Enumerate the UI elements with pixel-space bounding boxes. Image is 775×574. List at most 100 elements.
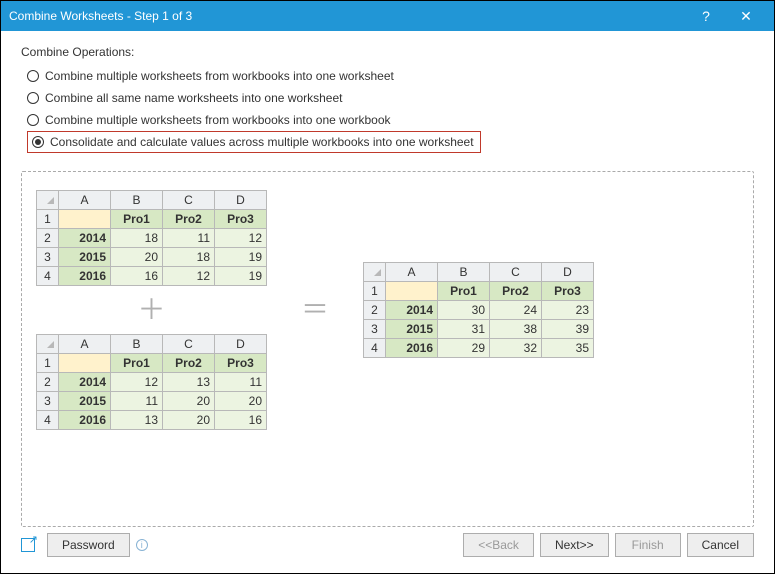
row-header: 2 (364, 301, 386, 320)
row-header: 3 (37, 392, 59, 411)
radio-label: Combine multiple worksheets from workboo… (45, 69, 394, 83)
row-header: 4 (37, 267, 59, 286)
cell: Pro2 (490, 282, 542, 301)
row-header: 2 (37, 229, 59, 248)
cell: 2016 (59, 267, 111, 286)
preview-panel: ABCD 1Pro1Pro2Pro3 22014181112 320152018… (21, 171, 754, 527)
close-icon[interactable]: ✕ (726, 1, 766, 31)
titlebar: Combine Worksheets - Step 1 of 3 ? ✕ (1, 1, 774, 31)
cell: 30 (438, 301, 490, 320)
cell: 29 (438, 339, 490, 358)
col-header: A (386, 263, 438, 282)
cell: 12 (111, 373, 163, 392)
row-header: 3 (37, 248, 59, 267)
back-button[interactable]: <<Back (463, 533, 534, 557)
radio-icon (27, 114, 39, 126)
table-corner (37, 335, 59, 354)
col-header: B (438, 263, 490, 282)
row-header: 1 (37, 354, 59, 373)
cell (59, 354, 111, 373)
radio-label: Combine multiple worksheets from workboo… (45, 113, 391, 127)
password-button[interactable]: Password (47, 533, 130, 557)
popout-icon[interactable] (21, 538, 35, 552)
cell: 23 (542, 301, 594, 320)
info-icon[interactable]: i (136, 539, 148, 551)
col-header: C (490, 263, 542, 282)
cell: 13 (111, 411, 163, 430)
col-header: D (542, 263, 594, 282)
help-icon[interactable]: ? (686, 1, 726, 31)
table-corner (364, 263, 386, 282)
radio-same-name-worksheets[interactable]: Combine all same name worksheets into on… (27, 87, 754, 109)
finish-button[interactable]: Finish (615, 533, 681, 557)
radio-label: Consolidate and calculate values across … (50, 135, 474, 149)
row-header: 4 (37, 411, 59, 430)
col-header: A (59, 335, 111, 354)
cell (386, 282, 438, 301)
cancel-button[interactable]: Cancel (687, 533, 754, 557)
cell: 11 (163, 229, 215, 248)
cell: 32 (490, 339, 542, 358)
input-table-2: ABCD 1Pro1Pro2Pro3 22014121311 320151120… (36, 334, 267, 430)
cell: Pro2 (163, 210, 215, 229)
radio-combine-into-workbook[interactable]: Combine multiple worksheets from workboo… (27, 109, 754, 131)
cell: 12 (163, 267, 215, 286)
cell: Pro1 (438, 282, 490, 301)
col-header: D (215, 335, 267, 354)
row-header: 1 (37, 210, 59, 229)
radio-group: Combine multiple worksheets from workboo… (27, 65, 754, 153)
cell: 2015 (59, 248, 111, 267)
col-header: C (163, 191, 215, 210)
radio-icon (27, 92, 39, 104)
cell: Pro3 (542, 282, 594, 301)
radio-icon (32, 136, 44, 148)
row-header: 2 (37, 373, 59, 392)
input-table-1: ABCD 1Pro1Pro2Pro3 22014181112 320152018… (36, 190, 267, 286)
cell: 20 (163, 392, 215, 411)
radio-combine-into-worksheet[interactable]: Combine multiple worksheets from workboo… (27, 65, 754, 87)
cell: 2016 (59, 411, 111, 430)
cell (59, 210, 111, 229)
cell: 38 (490, 320, 542, 339)
col-header: B (111, 335, 163, 354)
section-label: Combine Operations: (21, 45, 754, 59)
cell: 2014 (386, 301, 438, 320)
cell: 18 (163, 248, 215, 267)
dialog-window: Combine Worksheets - Step 1 of 3 ? ✕ Com… (0, 0, 775, 574)
content-area: Combine Operations: Combine multiple wor… (1, 31, 774, 527)
cell: 11 (111, 392, 163, 411)
cell: 35 (542, 339, 594, 358)
row-header: 3 (364, 320, 386, 339)
radio-consolidate-calculate[interactable]: Consolidate and calculate values across … (27, 131, 481, 153)
radio-label: Combine all same name worksheets into on… (45, 91, 342, 105)
cell: 2016 (386, 339, 438, 358)
footer: Password i <<Back Next>> Finish Cancel (1, 527, 774, 573)
cell: Pro3 (215, 210, 267, 229)
cell: 24 (490, 301, 542, 320)
next-button[interactable]: Next>> (540, 533, 609, 557)
row-header: 1 (364, 282, 386, 301)
window-title: Combine Worksheets - Step 1 of 3 (9, 9, 686, 23)
left-tables: ABCD 1Pro1Pro2Pro3 22014181112 320152018… (36, 190, 267, 430)
col-header: B (111, 191, 163, 210)
cell: 11 (215, 373, 267, 392)
cell: Pro1 (111, 354, 163, 373)
table-corner (37, 191, 59, 210)
cell: Pro2 (163, 354, 215, 373)
col-header: C (163, 335, 215, 354)
equals-icon: ＝ (291, 296, 339, 324)
cell: 20 (163, 411, 215, 430)
cell: 20 (111, 248, 163, 267)
cell: Pro1 (111, 210, 163, 229)
radio-icon (27, 70, 39, 82)
cell: 12 (215, 229, 267, 248)
cell: 16 (215, 411, 267, 430)
col-header: D (215, 191, 267, 210)
cell: 2014 (59, 373, 111, 392)
cell: 19 (215, 248, 267, 267)
preview-inner: ABCD 1Pro1Pro2Pro3 22014181112 320152018… (36, 190, 739, 430)
cell: 2015 (59, 392, 111, 411)
plus-icon: ＋ (127, 296, 175, 324)
cell: 19 (215, 267, 267, 286)
cell: 13 (163, 373, 215, 392)
